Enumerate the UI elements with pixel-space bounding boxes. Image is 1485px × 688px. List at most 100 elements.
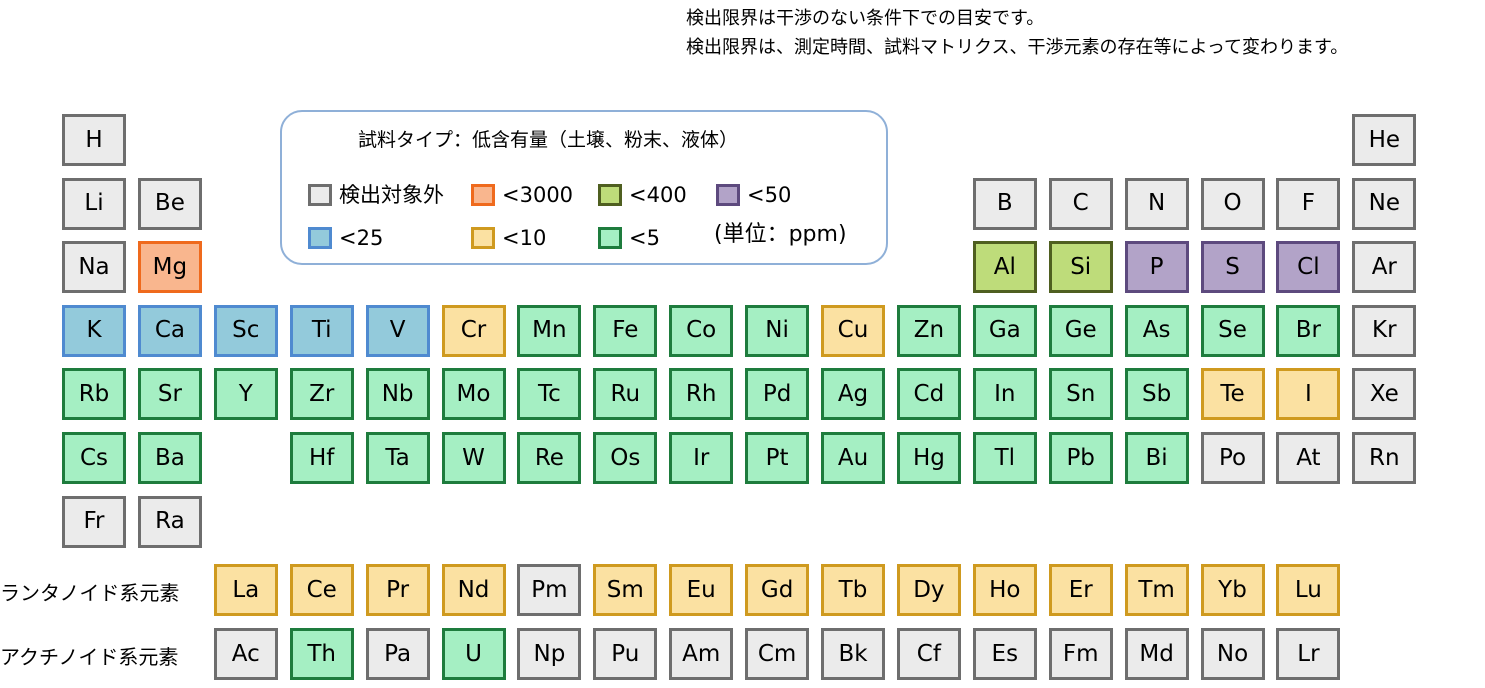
element-symbol: I: [1304, 380, 1312, 407]
element-b: B: [972, 177, 1037, 230]
element-w: W: [441, 432, 506, 484]
element-symbol: Ge: [1064, 317, 1097, 344]
element-symbol: Nd: [457, 576, 490, 603]
element-ag: Ag: [821, 368, 885, 421]
element-pu: Pu: [593, 628, 658, 680]
element-symbol: Dy: [913, 576, 945, 603]
element-symbol: Yb: [1218, 576, 1247, 603]
legend-swatch-c5: [598, 227, 622, 249]
element-symbol: C: [1072, 190, 1089, 217]
element-no: No: [1200, 628, 1265, 680]
element-symbol: Zn: [913, 317, 945, 344]
element-symbol: Xe: [1369, 380, 1399, 407]
element-symbol: Au: [837, 444, 869, 471]
element-te: Te: [1200, 368, 1265, 421]
legend-item-c50: <50: [716, 184, 791, 206]
element-symbol: Fe: [612, 317, 639, 344]
element-symbol: Np: [533, 640, 566, 667]
element-tm: Tm: [1124, 564, 1189, 616]
element-c: C: [1048, 177, 1113, 230]
element-cd: Cd: [896, 368, 961, 421]
element-rh: Rh: [669, 368, 734, 421]
element-mo: Mo: [441, 368, 506, 421]
element-am: Am: [669, 628, 734, 680]
element-tl: Tl: [972, 432, 1037, 484]
element-symbol: Cr: [460, 317, 487, 344]
element-symbol: Md: [1139, 640, 1174, 667]
element-fe: Fe: [593, 304, 658, 357]
element-pt: Pt: [745, 432, 810, 484]
element-symbol: Ba: [154, 444, 185, 471]
element-ca: Ca: [137, 304, 202, 357]
element-symbol: Ra: [155, 508, 185, 535]
legend-item-c25: <25: [308, 227, 383, 249]
element-ba: Ba: [137, 432, 202, 484]
element-pr: Pr: [365, 564, 430, 616]
element-sm: Sm: [593, 564, 658, 616]
element-symbol: Rh: [685, 380, 717, 407]
element-symbol: Bk: [838, 640, 868, 667]
element-symbol: Cf: [916, 640, 941, 667]
element-symbol: Ga: [988, 317, 1021, 344]
element-ir: Ir: [669, 432, 734, 484]
element-symbol: Tc: [537, 380, 561, 407]
element-sr: Sr: [137, 368, 202, 421]
legend-item-none: 検出対象外: [308, 184, 444, 206]
element-symbol: Sm: [606, 576, 644, 603]
element-symbol: Nb: [381, 380, 414, 407]
element-symbol: Kr: [1372, 317, 1397, 344]
element-cu: Cu: [821, 304, 885, 357]
element-lr: Lr: [1276, 628, 1341, 680]
element-zn: Zn: [896, 304, 961, 357]
element-symbol: Gd: [760, 576, 794, 603]
element-v: V: [365, 304, 430, 357]
element-symbol: Pt: [765, 444, 789, 471]
element-nb: Nb: [365, 368, 430, 421]
element-tc: Tc: [517, 368, 582, 421]
legend-swatch-c10: [471, 227, 495, 249]
element-symbol: At: [1296, 444, 1321, 471]
element-symbol: Cm: [757, 640, 797, 667]
element-mn: Mn: [517, 304, 582, 357]
element-symbol: Ar: [1371, 253, 1397, 280]
element-dy: Dy: [896, 564, 961, 616]
element-ti: Ti: [289, 304, 354, 357]
element-symbol: Cl: [1297, 253, 1320, 280]
element-symbol: Br: [1295, 317, 1322, 344]
element-symbol: Zr: [309, 380, 335, 407]
element-symbol: Y: [238, 380, 253, 407]
element-os: Os: [593, 432, 658, 484]
element-ar: Ar: [1352, 241, 1417, 294]
element-symbol: Ta: [385, 444, 410, 471]
element-symbol: U: [465, 640, 482, 667]
element-ni: Ni: [745, 304, 810, 357]
element-symbol: Fr: [83, 508, 105, 535]
element-ga: Ga: [972, 304, 1037, 357]
element-symbol: In: [994, 380, 1016, 407]
element-hf: Hf: [289, 432, 354, 484]
element-symbol: B: [996, 190, 1013, 217]
element-symbol: As: [1142, 317, 1171, 344]
element-symbol: Al: [993, 253, 1016, 280]
element-symbol: Hf: [308, 444, 335, 471]
element-symbol: Ce: [306, 576, 337, 603]
legend-swatch-c3000: [471, 184, 495, 206]
element-symbol: Pd: [762, 380, 792, 407]
element-f: F: [1276, 177, 1341, 230]
element-ce: Ce: [289, 564, 354, 616]
element-po: Po: [1200, 432, 1265, 484]
periodic-table: H He Li Be B C N O F Ne Na Mg Al Si P S Cl Ar K Ca Sc Ti V Cr Mn…: [0, 0, 1485, 688]
legend-swatch-c400: [598, 184, 622, 206]
element-symbol: No: [1216, 640, 1249, 667]
element-eu: Eu: [669, 564, 734, 616]
element-yb: Yb: [1200, 564, 1265, 616]
element-symbol: Se: [1218, 317, 1247, 344]
legend-label-c5: <5: [629, 225, 660, 250]
element-symbol: Re: [534, 444, 564, 471]
element-sc: Sc: [213, 304, 278, 357]
element-symbol: Cs: [79, 444, 109, 471]
element-symbol: O: [1223, 190, 1242, 217]
legend-label-c3000: <3000: [502, 182, 574, 207]
legend-unit: (単位：ppm): [714, 222, 847, 247]
element-rn: Rn: [1352, 432, 1417, 484]
